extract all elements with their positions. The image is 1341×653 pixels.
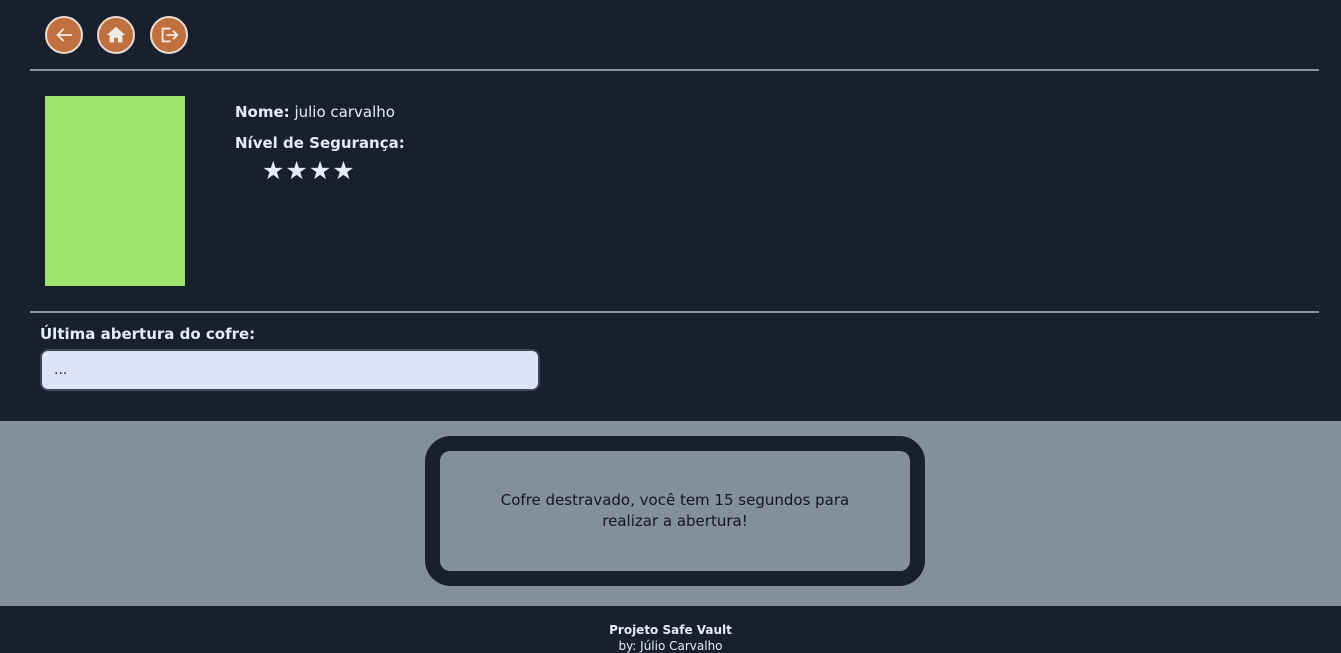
security-label: Nível de Segurança:	[235, 134, 405, 152]
security-stars: ★★★★	[262, 156, 356, 185]
name-label: Nome:	[235, 103, 290, 121]
notice-message: Cofre destravado, você tem 15 segundos p…	[440, 451, 910, 571]
last-open-label: Última abertura do cofre:	[40, 325, 256, 343]
home-button[interactable]	[97, 16, 135, 54]
footer: Projeto Safe Vault by: Júlio Carvalho	[0, 606, 1341, 653]
divider	[30, 311, 1319, 313]
arrow-left-icon	[56, 28, 73, 42]
divider	[30, 69, 1319, 71]
logout-button[interactable]	[150, 16, 188, 54]
name-value: julio carvalho	[294, 103, 395, 121]
security-row: Nível de Segurança:	[235, 134, 405, 152]
footer-byline: by: Júlio Carvalho	[618, 639, 723, 653]
notice-box: Cofre destravado, você tem 15 segundos p…	[425, 436, 925, 586]
footer-title: Projeto Safe Vault	[609, 623, 732, 637]
notice-area: Cofre destravado, você tem 15 segundos p…	[0, 421, 1341, 606]
main-panel: Nome: julio carvalho Nível de Segurança:…	[0, 0, 1341, 421]
user-photo	[45, 96, 185, 286]
back-button[interactable]	[45, 16, 83, 54]
home-icon	[106, 26, 126, 43]
logout-icon	[161, 27, 179, 43]
name-row: Nome: julio carvalho	[235, 103, 395, 121]
last-open-field[interactable]: ...	[40, 349, 540, 391]
